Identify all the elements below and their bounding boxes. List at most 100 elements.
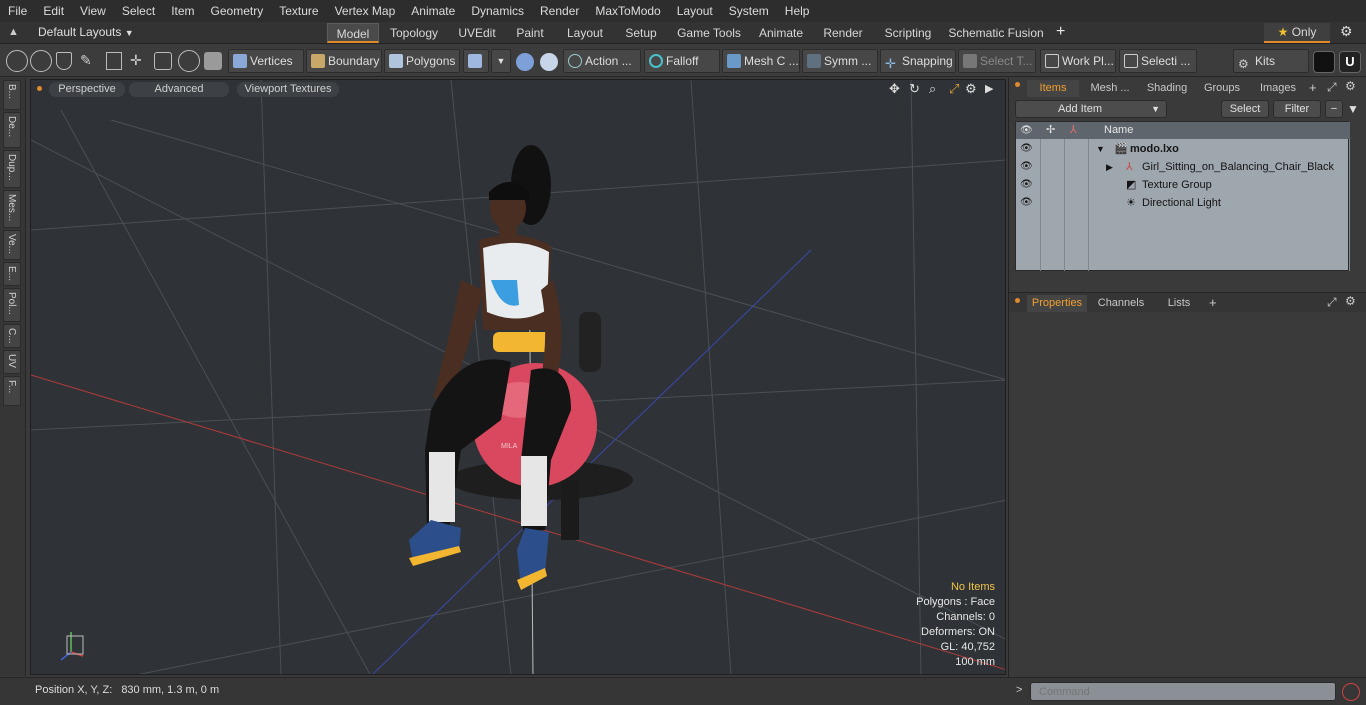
tab-paint[interactable]: Paint: [510, 23, 550, 43]
tab-items[interactable]: Items: [1027, 80, 1079, 97]
play-arrow-icon[interactable]: ▶: [985, 82, 993, 95]
menu-item[interactable]: Item: [163, 0, 202, 22]
eye-icon[interactable]: 👁: [1020, 180, 1033, 190]
polygons-button[interactable]: Polygons: [384, 49, 460, 73]
tab-channels[interactable]: Channels: [1093, 295, 1149, 312]
rotate-view-icon[interactable]: ↻: [909, 81, 920, 97]
record-icon[interactable]: [1342, 683, 1360, 701]
shield-icon[interactable]: [204, 52, 222, 70]
menu-system[interactable]: System: [721, 0, 777, 22]
expand-panel-icon[interactable]: ⤢: [1327, 80, 1337, 95]
select-circle-icon[interactable]: [6, 50, 28, 72]
menu-render[interactable]: Render: [532, 0, 587, 22]
menu-maxtomodo[interactable]: MaxToModo: [587, 0, 668, 22]
eye-icon[interactable]: 👁: [1020, 198, 1033, 208]
3d-viewport[interactable]: MILA Perspective Advanced Viewport Textu…: [30, 79, 1006, 675]
item-mode-button[interactable]: [463, 49, 489, 73]
center-icon[interactable]: [154, 52, 172, 70]
tab-images[interactable]: Images: [1253, 80, 1303, 97]
tab-advanced[interactable]: Advanced: [129, 82, 229, 97]
tab-setup[interactable]: Setup: [620, 23, 662, 43]
menu-help[interactable]: Help: [777, 0, 818, 22]
rotate-icon[interactable]: [178, 50, 200, 72]
menu-dynamics[interactable]: Dynamics: [463, 0, 532, 22]
brush-icon[interactable]: ✎: [80, 52, 96, 70]
unreal-icon[interactable]: U: [1339, 51, 1361, 73]
pan-icon[interactable]: ✥: [889, 81, 900, 97]
globe-icon[interactable]: [30, 50, 52, 72]
lasso-icon[interactable]: [56, 52, 72, 70]
menu-view[interactable]: View: [72, 0, 114, 22]
command-input[interactable]: [1030, 682, 1336, 701]
viewport-options-dot-icon[interactable]: [37, 86, 42, 91]
gear-icon[interactable]: ⚙: [1340, 23, 1353, 40]
list-scrollbar[interactable]: [1349, 139, 1350, 271]
tab-shading[interactable]: Shading: [1141, 80, 1193, 97]
tab-schematic-fusion[interactable]: Schematic Fusion: [948, 23, 1044, 43]
maximize-icon[interactable]: ⤢: [949, 81, 959, 97]
expand-panel-icon[interactable]: ⤢: [1327, 295, 1337, 310]
tab-lists[interactable]: Lists: [1155, 295, 1203, 312]
collapse-list-button[interactable]: −: [1325, 100, 1343, 118]
work-plane-button[interactable]: Work Pl...: [1040, 49, 1116, 73]
properties-options-dot-icon[interactable]: [1015, 298, 1020, 303]
tab-groups[interactable]: Groups: [1197, 80, 1247, 97]
menu-vertex-map[interactable]: Vertex Map: [327, 0, 404, 22]
selection-sets-button[interactable]: Selecti ...: [1119, 49, 1197, 73]
menu-file[interactable]: File: [0, 0, 35, 22]
tab-mesh[interactable]: Mesh ...: [1083, 80, 1137, 97]
tab-scripting[interactable]: Scripting: [880, 23, 936, 43]
kits-button[interactable]: ⚙ Kits: [1233, 49, 1309, 73]
tab-layout[interactable]: Layout: [560, 23, 610, 43]
strip-tab-vertex[interactable]: Ve...: [3, 230, 21, 260]
menu-texture[interactable]: Texture: [271, 0, 326, 22]
collapsed-arrow-icon[interactable]: ▶: [1106, 158, 1113, 176]
layout-selector[interactable]: Default Layouts ▼: [38, 25, 134, 39]
tab-perspective[interactable]: Perspective: [49, 82, 125, 97]
list-item-texture-group[interactable]: 👁 ◩ Texture Group: [1016, 176, 1350, 194]
tab-game-tools[interactable]: Game Tools: [674, 23, 744, 43]
select-button[interactable]: Select: [1221, 100, 1269, 118]
menu-animate[interactable]: Animate: [403, 0, 463, 22]
menu-edit[interactable]: Edit: [35, 0, 72, 22]
move-icon[interactable]: ✛: [130, 52, 146, 70]
panel-gear-icon[interactable]: ⚙: [1345, 294, 1356, 308]
strip-tab-duplicate[interactable]: Dup...: [3, 150, 21, 188]
filter-button[interactable]: Filter: [1273, 100, 1321, 118]
strip-tab-basic[interactable]: B...: [3, 80, 21, 110]
add-item-dropdown[interactable]: Add Item ▼: [1015, 100, 1167, 118]
boundary-button[interactable]: Boundary: [306, 49, 382, 73]
tab-render[interactable]: Render: [818, 23, 868, 43]
viewport-gear-icon[interactable]: ⚙: [965, 81, 977, 97]
strip-tab-edge[interactable]: E...: [3, 262, 21, 286]
element-icon[interactable]: [106, 52, 122, 70]
eye-icon[interactable]: 👁: [1020, 144, 1033, 154]
list-item-mesh[interactable]: 👁 ▶ ⅄ Girl_Sitting_on_Balancing_Chair_Bl…: [1016, 158, 1350, 176]
strip-tab-curve[interactable]: C...: [3, 324, 21, 348]
funnel-icon[interactable]: ▼: [1347, 102, 1359, 116]
zoom-icon[interactable]: ⌕: [929, 81, 936, 97]
menu-geometry[interactable]: Geometry: [203, 0, 272, 22]
menu-layout[interactable]: Layout: [669, 0, 721, 22]
tab-animate[interactable]: Animate: [754, 23, 808, 43]
add-tab-plus-icon[interactable]: +: [1309, 80, 1317, 95]
list-item-scene[interactable]: 👁 ▼ 🎬 modo.lxo: [1016, 140, 1350, 158]
snapping-button[interactable]: ✛ Snapping: [880, 49, 956, 73]
collapse-icon[interactable]: ▲: [8, 26, 20, 38]
menu-select[interactable]: Select: [114, 0, 163, 22]
vertices-button[interactable]: Vertices: [228, 49, 304, 73]
falloff-button[interactable]: Falloff: [644, 49, 720, 73]
strip-tab-mesh-edit[interactable]: Mes...: [3, 190, 21, 228]
panel-options-dot-icon[interactable]: [1015, 82, 1020, 87]
only-toggle[interactable]: ★ Only: [1264, 23, 1330, 43]
tab-topology[interactable]: Topology: [384, 23, 444, 43]
add-tab-button[interactable]: +: [1056, 22, 1065, 42]
expand-arrow-icon[interactable]: ▼: [1096, 140, 1105, 158]
strip-tab-polygon[interactable]: Pol...: [3, 288, 21, 322]
panel-gear-icon[interactable]: ⚙: [1345, 79, 1356, 93]
strip-tab-fusion[interactable]: F...: [3, 376, 21, 406]
mode-dropdown-button[interactable]: ▼: [491, 49, 511, 73]
sphere-icon[interactable]: [540, 53, 558, 71]
strip-tab-deform[interactable]: De...: [3, 112, 21, 148]
mesh-constraints-button[interactable]: Mesh C ...: [722, 49, 800, 73]
